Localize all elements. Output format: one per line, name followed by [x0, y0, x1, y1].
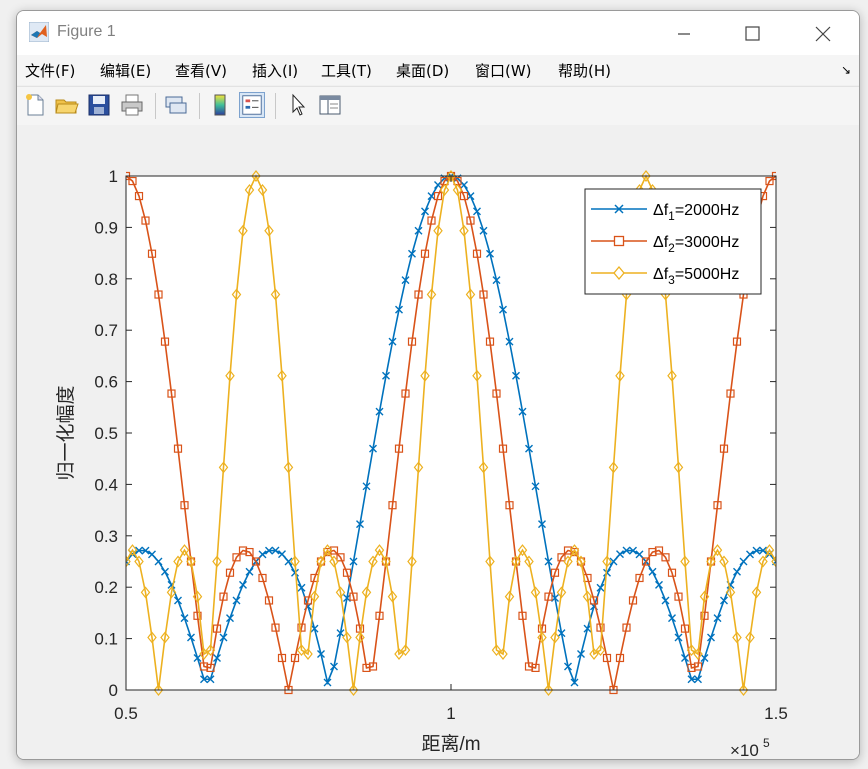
link-plot-icon[interactable] [163, 92, 189, 118]
menu-window[interactable]: 窗口(W) [475, 60, 532, 81]
figure-canvas: 0 0.1 0.2 0.3 0.4 0.5 0.6 0.7 0.8 0.9 1 0.5 1 1.5 距离/m… [17, 125, 859, 759]
y-tick-label: 0.3 [94, 527, 118, 546]
menu-insert[interactable]: 插入(I) [252, 60, 298, 81]
x-exponent-power: 5 [763, 736, 770, 750]
y-tick-label: 1 [109, 167, 118, 186]
menu-file[interactable]: 文件(F) [25, 60, 75, 81]
y-tick-label: 0.9 [94, 218, 118, 237]
x-tick-label: 1.5 [764, 704, 788, 723]
y-tick-label: 0.8 [94, 270, 118, 289]
toolbar-separator [275, 93, 276, 119]
y-tick-label: 0.1 [94, 630, 118, 649]
y-tick-label: 0.2 [94, 578, 118, 597]
legend-marker [613, 235, 625, 247]
menu-edit[interactable]: 编辑(E) [100, 60, 151, 81]
y-tick-label: 0.6 [94, 373, 118, 392]
menu-help[interactable]: 帮助(H) [558, 60, 611, 81]
dock-arrow-icon[interactable]: ↘ [841, 63, 851, 77]
legend: Δf1=2000HzΔf2=3000HzΔf3=5000Hz [584, 188, 762, 295]
print-icon[interactable] [119, 92, 145, 118]
colorbar-icon[interactable] [207, 92, 233, 118]
x-exponent-label: ×10 [730, 741, 759, 759]
save-icon[interactable] [86, 92, 112, 118]
figure-window: Figure 1 文件(F) 编辑(E) 查看(V) 插入(I) 工具(T) 桌… [16, 10, 860, 760]
maximize-button[interactable] [729, 19, 775, 49]
minimize-button[interactable] [661, 19, 707, 49]
matlab-logo-icon [29, 22, 49, 42]
y-axis-label: 归一化幅度 [55, 385, 77, 480]
toolbar-separator [199, 93, 200, 119]
menu-desktop[interactable]: 桌面(D) [396, 60, 449, 81]
property-inspector-icon[interactable] [317, 92, 343, 118]
x-tick-label: 1 [446, 704, 455, 723]
new-figure-icon[interactable] [22, 92, 48, 118]
title-bar[interactable]: Figure 1 [17, 11, 859, 55]
open-folder-icon[interactable] [54, 92, 80, 118]
x-tick-label: 0.5 [114, 704, 138, 723]
close-button[interactable] [800, 19, 846, 49]
edit-plot-arrow-icon[interactable] [285, 92, 311, 118]
toolbar-separator [155, 93, 156, 119]
toolbar [17, 86, 859, 126]
y-tick-label: 0.4 [94, 475, 118, 494]
plot-svg[interactable]: 0 0.1 0.2 0.3 0.4 0.5 0.6 0.7 0.8 0.9 1 0.5 1 1.5 距离/m… [17, 125, 859, 759]
x-axis-label: 距离/m [421, 733, 480, 755]
menu-tools[interactable]: 工具(T) [321, 60, 372, 81]
y-tick-label: 0.7 [94, 321, 118, 340]
y-tick-label: 0 [109, 681, 118, 700]
menu-bar: 文件(F) 编辑(E) 查看(V) 插入(I) 工具(T) 桌面(D) 窗口(W… [17, 55, 859, 85]
menu-view[interactable]: 查看(V) [175, 60, 227, 81]
legend-icon[interactable] [239, 92, 265, 118]
y-tick-label: 0.5 [94, 424, 118, 443]
window-title: Figure 1 [57, 23, 116, 40]
